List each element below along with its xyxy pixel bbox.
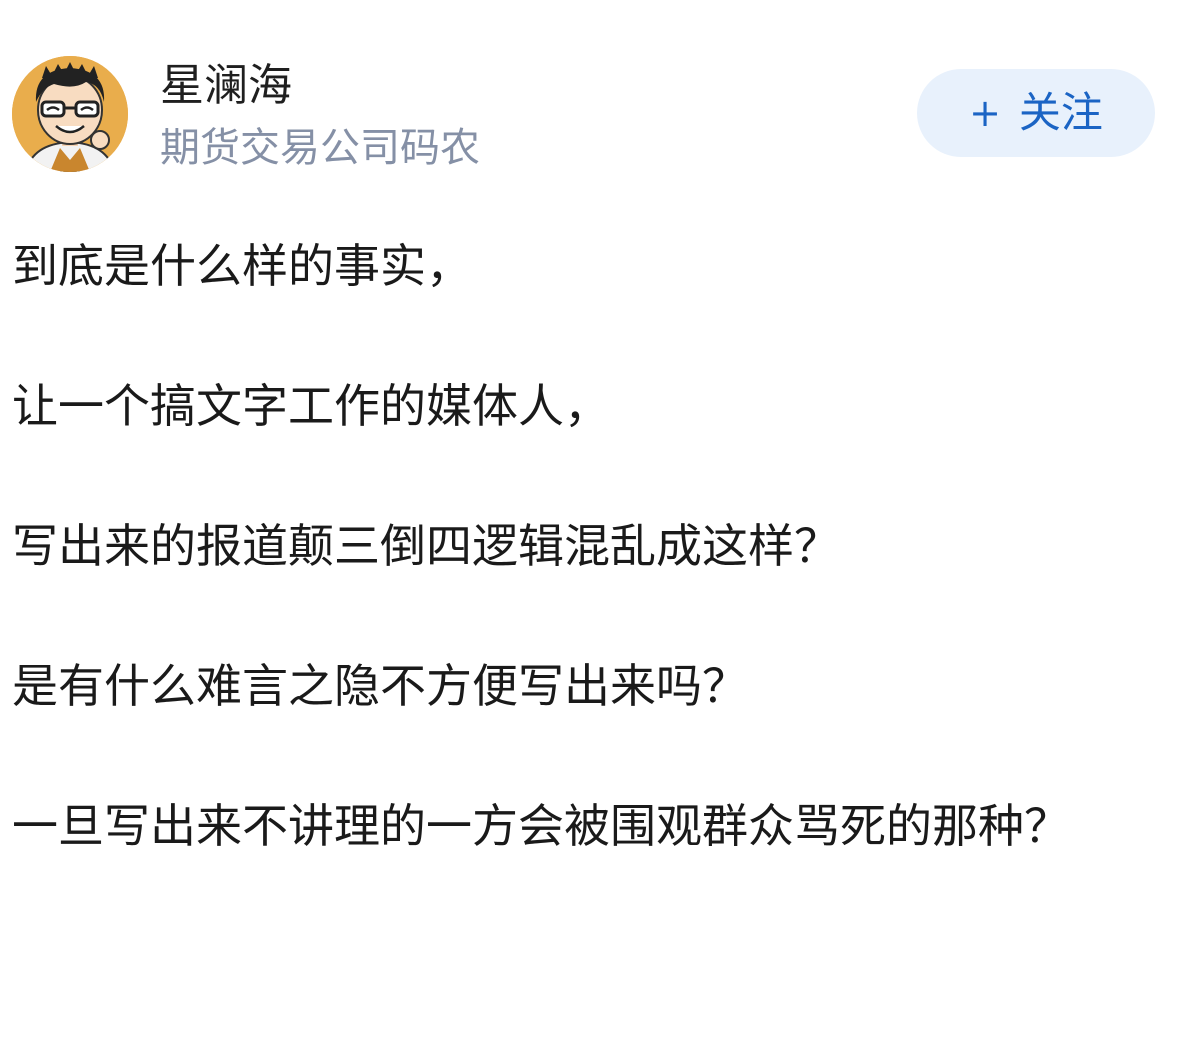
post-paragraph: 写出来的报道颠三倒四逻辑混乱成这样？ xyxy=(12,519,840,573)
post-content: 到底是什么样的事实， 让一个搞文字工作的媒体人， 写出来的报道颠三倒四逻辑混乱成… xyxy=(12,226,1132,926)
post-paragraph: 是有什么难言之隐不方便写出来吗？ xyxy=(12,659,748,713)
follow-button[interactable]: + 关注 xyxy=(917,69,1155,157)
author-name[interactable]: 星澜海 xyxy=(160,56,292,116)
follow-button-label: 关注 xyxy=(1018,88,1103,137)
author-subtitle: 期货交易公司码农 xyxy=(160,125,480,171)
plus-icon: + xyxy=(969,91,1001,135)
post-paragraph: 一旦写出来不讲理的一方会被围观群众骂死的那种？ xyxy=(12,799,1070,853)
post-header: 星澜海 期货交易公司码农 + 关注 xyxy=(0,0,1200,190)
author-avatar[interactable] xyxy=(12,56,128,172)
post-paragraph: 让一个搞文字工作的媒体人， xyxy=(12,379,610,433)
post-paragraph: 到底是什么样的事实， xyxy=(12,239,472,293)
cartoon-avatar-icon xyxy=(12,56,128,172)
